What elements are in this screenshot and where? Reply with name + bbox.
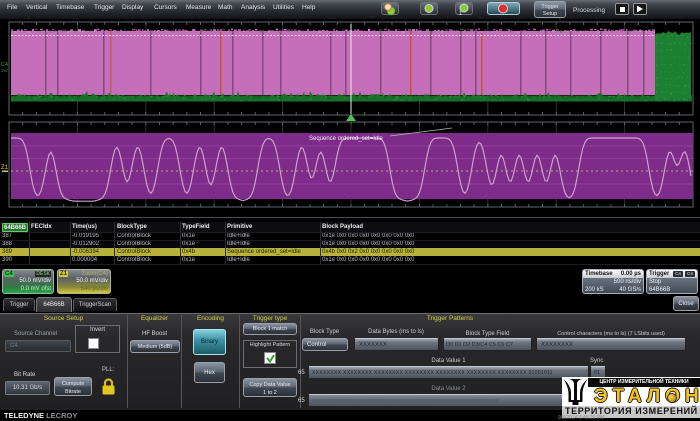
svg-text:Sequence ordered_set=Idle: Sequence ordered_set=Idle (309, 136, 384, 142)
svg-text:Z1: Z1 (1, 165, 9, 171)
